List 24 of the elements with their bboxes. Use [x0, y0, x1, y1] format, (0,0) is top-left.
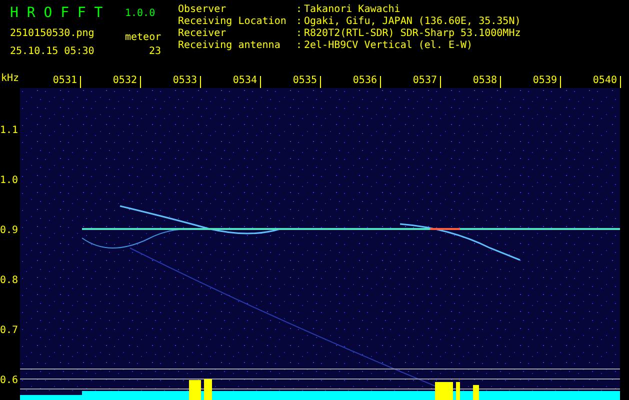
frequency-label: 0.8 — [0, 274, 20, 288]
separator: : — [296, 28, 304, 38]
separator: : — [296, 16, 304, 26]
separator: : — [296, 40, 304, 50]
info-value: 2el-HB9CV Vertical (el. E-W) — [304, 40, 474, 50]
frequency-label: 0.6 — [0, 374, 20, 388]
unit-label: kHz — [0, 73, 20, 84]
timestamp: 25.10.15 05:30 — [10, 46, 94, 56]
meteor-count: 23 — [148, 46, 162, 56]
frequency-label: 1.1 — [0, 124, 20, 138]
info-value: Takanori Kawachi — [304, 4, 402, 14]
separator: : — [296, 4, 304, 14]
file-name: 2510150530.png — [10, 28, 94, 38]
frequency-label: 1.0 — [0, 174, 20, 188]
info-value: R820T2(RTL-SDR) SDR-Sharp 53.1000MHz — [304, 28, 521, 38]
info-value: Ogaki, Gifu, JAPAN (136.60E, 35.35N) — [304, 16, 521, 26]
meteor-label: meteor — [125, 32, 162, 43]
app-title: H R O F F T — [10, 5, 104, 21]
info-label: Receiving Location — [178, 16, 288, 26]
frequency-label: 0.7 — [0, 324, 20, 338]
info-label: Observer — [178, 4, 228, 14]
info-label: Receiving antenna — [178, 40, 282, 50]
info-label: Receiver — [178, 28, 228, 38]
frequency-label: 0.9 — [0, 224, 20, 238]
